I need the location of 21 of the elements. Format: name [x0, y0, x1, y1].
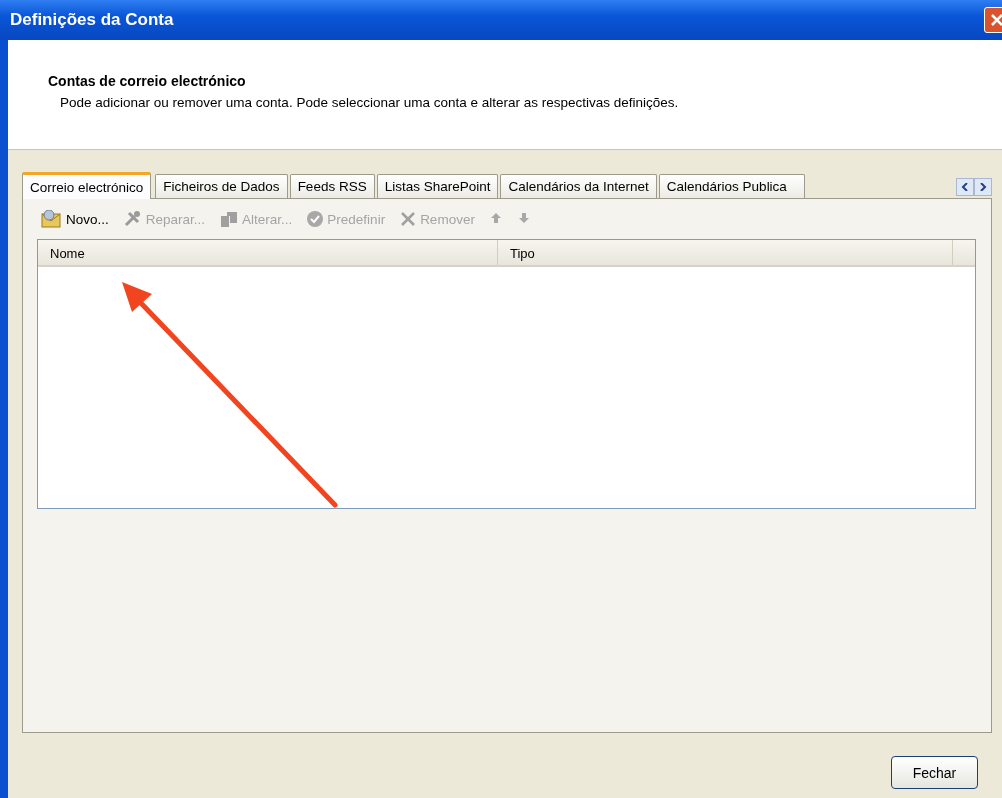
- close-dialog-button[interactable]: Fechar: [891, 756, 978, 789]
- envelope-icon: [41, 210, 63, 228]
- check-circle-icon: [306, 210, 325, 228]
- tab[interactable]: Ficheiros de Dados: [155, 174, 288, 198]
- close-icon: [989, 12, 1002, 28]
- toolbar-button[interactable]: Novo...: [41, 210, 109, 228]
- section-title: Contas de correio electrónico: [48, 73, 247, 89]
- tab[interactable]: Calendários Publica: [658, 174, 805, 198]
- tools-icon: [122, 210, 143, 228]
- section-description: Pode adicionar ou remover uma conta. Pode seleccionar uma conta e alterar as respectivas definições.: [60, 95, 680, 110]
- column-header[interactable]: Tipo: [498, 240, 953, 265]
- scroll-left-button[interactable]: [956, 178, 974, 196]
- tab[interactable]: Listas SharePoint: [376, 174, 499, 198]
- scroll-right-button[interactable]: [974, 178, 992, 196]
- column-header[interactable]: Nome: [38, 240, 498, 265]
- tab[interactable]: Calendários da Internet: [500, 174, 657, 198]
- window-title: Definições da Conta: [10, 10, 175, 30]
- x-icon: [399, 210, 418, 228]
- tab[interactable]: Correio electrónico: [22, 172, 152, 199]
- document-icon: [219, 210, 240, 228]
- tab[interactable]: Feeds RSS: [289, 174, 375, 198]
